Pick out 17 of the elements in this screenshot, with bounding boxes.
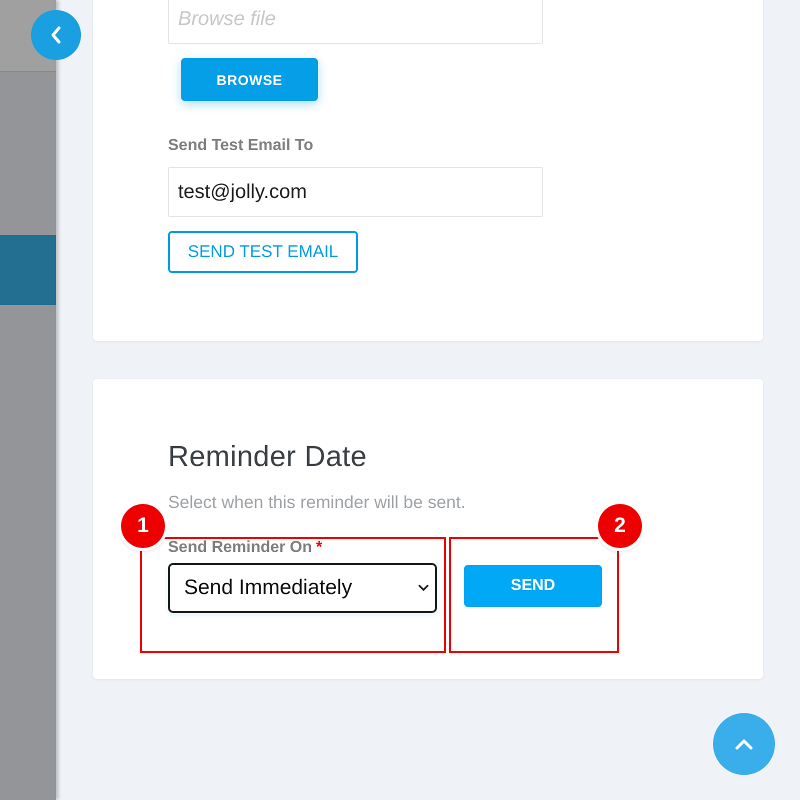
section-title: Reminder Date xyxy=(168,441,368,474)
step-badge: 1 xyxy=(121,504,165,548)
required-mark: * xyxy=(316,539,322,557)
field-label: Send Reminder On xyxy=(168,539,312,557)
email-field[interactable]: test@jolly.com xyxy=(168,167,543,217)
back-button[interactable] xyxy=(31,10,81,60)
sidebar-highlight xyxy=(0,235,56,305)
chevron-up-icon xyxy=(734,738,754,750)
browse-button[interactable]: BROWSE xyxy=(181,58,318,101)
chevron-down-icon xyxy=(418,584,429,592)
send-button[interactable]: SEND xyxy=(464,565,602,607)
reminder-select[interactable]: Send Immediately xyxy=(168,563,437,613)
chevron-left-icon xyxy=(50,25,62,45)
send-test-email-button[interactable]: SEND TEST EMAIL xyxy=(168,231,358,273)
field-label: Send Test Email To xyxy=(168,137,314,155)
step-badge: 2 xyxy=(598,504,642,548)
section-subtitle: Select when this reminder will be sent. xyxy=(168,492,467,513)
